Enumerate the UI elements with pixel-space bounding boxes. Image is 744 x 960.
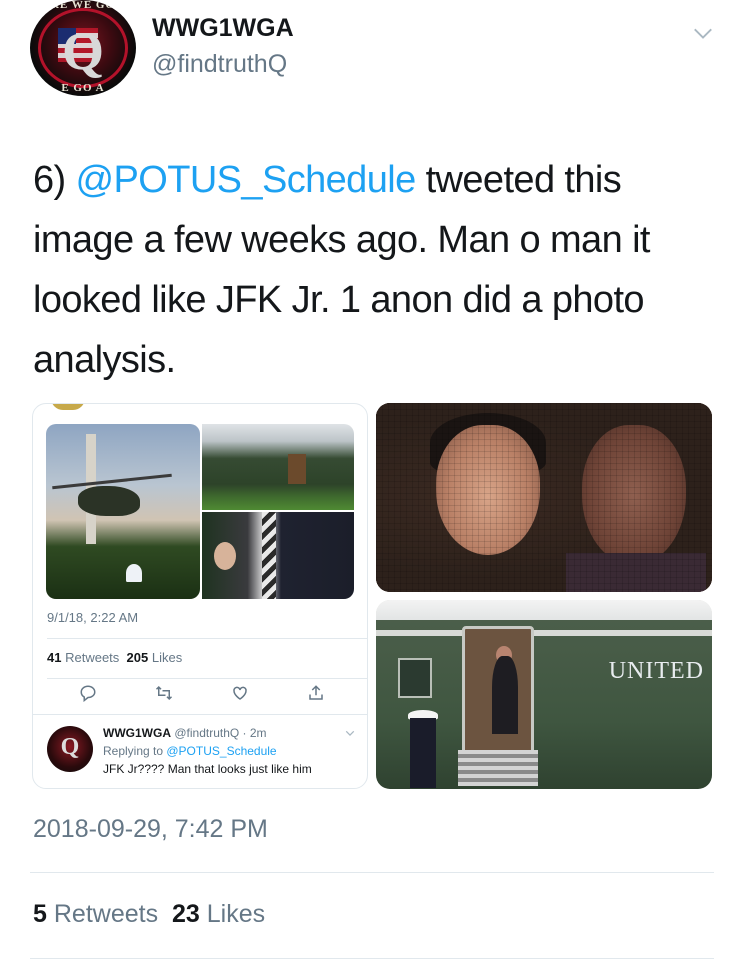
pixel-grid-overlay	[376, 403, 712, 592]
tweet-number: 6)	[33, 159, 76, 201]
retweet-icon	[155, 684, 173, 702]
avatar-top-text: RE WE GO	[50, 0, 116, 11]
chevron-down-icon[interactable]	[692, 22, 714, 44]
divider	[47, 638, 367, 639]
user-handle[interactable]: @findtruthQ	[152, 50, 287, 79]
likes-count[interactable]: 23	[172, 900, 200, 928]
person-shape	[492, 656, 518, 734]
heart-icon	[231, 684, 249, 702]
helicopter-side-photo	[202, 424, 354, 510]
door-shape	[288, 454, 306, 484]
helicopter-shape	[78, 486, 140, 516]
divider	[47, 678, 367, 679]
share-icon	[307, 684, 325, 702]
pixelated-faces-photo[interactable]	[376, 403, 712, 592]
reply-header: WWG1WGA @findtruthQ · 2m	[103, 726, 267, 740]
avatar-bottom-text: E GO A	[61, 82, 105, 94]
embedded-stats: 41 Retweets 205 Likes	[47, 650, 182, 665]
embedded-likes-label: Likes	[151, 650, 183, 665]
embedded-likes-count: 205	[126, 650, 149, 665]
stairs-shape	[458, 750, 538, 786]
replying-to-mention: @POTUS_Schedule	[166, 744, 277, 758]
divider	[33, 714, 367, 715]
media-grid[interactable]: 9/1/18, 2:22 AM 41 Retweets 205 Likes Q	[32, 403, 712, 789]
embedded-date: 9/1/18, 2:22 AM	[47, 610, 139, 625]
reply-icon	[79, 684, 97, 703]
display-name[interactable]: WWG1WGA	[152, 14, 294, 43]
embedded-tweet-screenshot[interactable]: 9/1/18, 2:22 AM 41 Retweets 205 Likes Q	[32, 403, 368, 789]
tweet-text: 6) @POTUS_Schedule tweeted this image a …	[33, 150, 703, 390]
retweets-label[interactable]: Retweets	[54, 900, 158, 928]
reply-avatar: Q	[47, 726, 93, 772]
hull-stripe	[376, 630, 712, 636]
helicopter-lawn-photo	[46, 424, 200, 599]
embedded-retweets-label: Retweets	[65, 650, 120, 665]
reply-handle-time: @findtruthQ · 2m	[174, 726, 267, 740]
divider	[30, 958, 714, 959]
hand-shape	[214, 542, 236, 570]
chevron-down-icon	[345, 730, 355, 736]
retweets-count[interactable]: 5	[33, 900, 47, 928]
tie-shape	[262, 512, 276, 599]
likes-label[interactable]: Likes	[207, 900, 265, 928]
fountain-shape	[126, 564, 142, 582]
seal-graphic	[51, 404, 85, 410]
profile-avatar[interactable]: Q RE WE GO E GO A	[30, 0, 136, 96]
replying-to-line: Replying to @POTUS_Schedule	[103, 744, 277, 758]
helicopter-door-photo[interactable]: UNITED	[376, 600, 712, 789]
replying-prefix: Replying to	[103, 744, 167, 758]
window-shape	[398, 658, 432, 698]
mention-link[interactable]: @POTUS_Schedule	[76, 159, 417, 201]
q-logo: Q	[60, 734, 80, 760]
suit-closeup-photo	[202, 512, 354, 599]
q-logo: Q	[61, 21, 104, 81]
tweet-timestamp[interactable]: 2018-09-29, 7:42 PM	[33, 815, 268, 844]
embedded-retweets-count: 41	[47, 650, 62, 665]
marine-shape	[410, 718, 436, 788]
embedded-action-bar	[79, 684, 329, 708]
divider	[30, 872, 714, 873]
reply-text: JFK Jr???? Man that looks just like him	[103, 762, 312, 776]
helicopter-label: UNITED	[608, 658, 704, 684]
reply-display-name: WWG1WGA	[103, 726, 171, 740]
tweet-stats: 5 Retweets 23 Likes	[33, 900, 265, 929]
